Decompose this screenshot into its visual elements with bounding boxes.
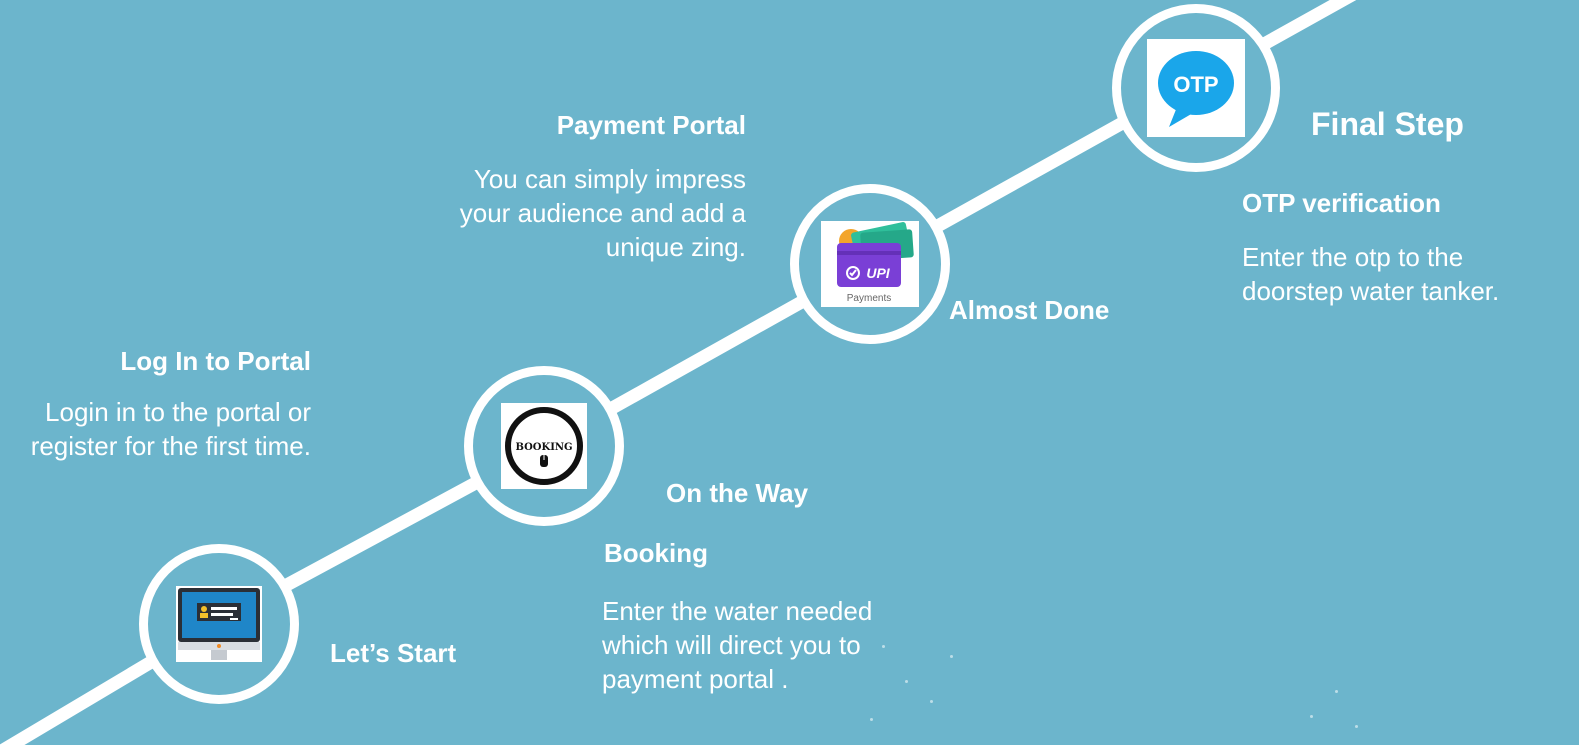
upi-icon-sublabel: Payments <box>847 293 891 304</box>
step-1-circle <box>139 544 299 704</box>
step-1-caption: Let’s Start <box>330 638 457 668</box>
booking-icon: BOOKING <box>501 403 587 489</box>
upi-icon-label: UPI <box>866 265 890 281</box>
step-3-title: Payment Portal <box>556 110 746 140</box>
otp-icon-label: OTP <box>1173 72 1218 97</box>
step-3-description: You can simply impress your audience and… <box>459 164 746 262</box>
step-2-title: Booking <box>604 538 708 568</box>
step-3-caption: Almost Done <box>949 295 1110 325</box>
otp-chat-icon: OTP <box>1147 39 1245 137</box>
decorative-dot <box>930 700 933 703</box>
decorative-dot <box>1355 725 1358 728</box>
upi-wallet-icon: UPI Payments <box>821 221 919 307</box>
step-4-caption: Final Step <box>1311 106 1464 142</box>
step-1-description: Login in to the portal or register for t… <box>30 397 311 461</box>
step-2-description: Enter the water needed which will direct… <box>602 596 873 694</box>
computer-login-icon <box>176 586 262 662</box>
decorative-dot <box>1335 690 1338 693</box>
step-2-circle: BOOKING <box>464 366 624 526</box>
decorative-dot <box>870 718 873 721</box>
step-4-circle: OTP <box>1112 4 1280 172</box>
process-diagram: Let’s Start Log In to Portal Login in to… <box>0 0 1579 745</box>
step-1-title: Log In to Portal <box>120 346 311 376</box>
step-4-title: OTP verification <box>1242 188 1441 218</box>
decorative-dot <box>950 655 953 658</box>
booking-icon-label: BOOKING <box>515 442 572 453</box>
decorative-dot <box>1310 715 1313 718</box>
step-4-description: Enter the otp to the doorstep water tank… <box>1242 242 1500 306</box>
step-2-caption: On the Way <box>666 478 809 508</box>
step-3-circle: UPI Payments <box>790 184 950 344</box>
